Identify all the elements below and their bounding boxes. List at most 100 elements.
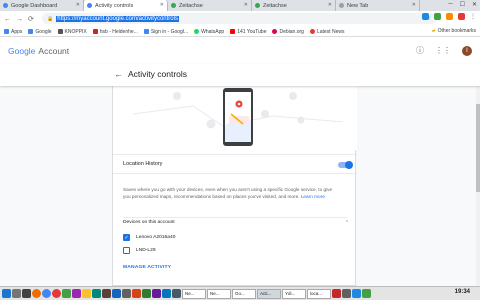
bookmark-hsb[interactable]: hsb - Heidenhe... bbox=[92, 29, 138, 35]
taskbar-window[interactable]: Ne... bbox=[182, 288, 206, 299]
window-controls: ─ ☐ ✕ bbox=[448, 1, 477, 8]
close-icon[interactable]: ✕ bbox=[160, 2, 164, 8]
tab-new-tab[interactable]: New Tab ✕ bbox=[336, 0, 420, 11]
bookmark-knoppix[interactable]: KNOPPIX bbox=[57, 28, 87, 35]
youtube-icon bbox=[230, 29, 236, 34]
app-icon[interactable] bbox=[122, 289, 131, 298]
taskbar-window[interactable]: Ne... bbox=[207, 288, 231, 299]
close-icon[interactable]: ✕ bbox=[412, 2, 416, 8]
bookmark-label: Google bbox=[35, 28, 52, 35]
avatar[interactable]: I bbox=[462, 45, 472, 56]
forward-arrow-icon[interactable]: → bbox=[16, 16, 23, 23]
tab-google-dashboard[interactable]: Google Dashboard ✕ bbox=[0, 0, 84, 11]
extension-icon[interactable] bbox=[434, 13, 441, 20]
tab-label: Zeitachse bbox=[263, 2, 287, 9]
minimize-icon[interactable]: ─ bbox=[448, 1, 452, 8]
help-icon[interactable]: ⓘ bbox=[416, 45, 424, 56]
google-account-logo[interactable]: Google Account bbox=[8, 46, 69, 56]
tray-icon[interactable] bbox=[352, 289, 361, 298]
bookmark-debian[interactable]: Debian.org bbox=[272, 28, 304, 35]
bookmark-whatsapp[interactable]: WhatsApp bbox=[194, 29, 224, 35]
bookmark-apps[interactable]: Apps bbox=[4, 29, 22, 35]
back-arrow-icon[interactable]: ← bbox=[114, 69, 123, 79]
app-icon[interactable] bbox=[72, 289, 81, 298]
device-checkbox[interactable]: ✓ bbox=[123, 234, 130, 241]
back-arrow-icon[interactable]: ← bbox=[4, 16, 11, 23]
app-icon[interactable] bbox=[52, 289, 61, 298]
bookmark-sign-in[interactable]: Sign in - Googl... bbox=[143, 29, 188, 35]
app-icon[interactable] bbox=[62, 289, 71, 298]
location-history-toggle[interactable] bbox=[338, 161, 353, 169]
terminal-icon[interactable] bbox=[12, 289, 21, 298]
manage-activity-button[interactable]: MANAGE ACTIVITY bbox=[123, 265, 171, 270]
bookmark-google[interactable]: Google bbox=[28, 28, 52, 35]
devices-header[interactable]: Devices on this account ⌃ bbox=[123, 220, 349, 226]
learn-more-link[interactable]: Learn more bbox=[301, 194, 325, 199]
google-favicon-icon bbox=[87, 3, 92, 8]
maps-favicon-icon bbox=[255, 3, 260, 8]
taskbar-window[interactable]: Go... bbox=[232, 288, 256, 299]
debian-icon bbox=[272, 29, 278, 34]
app-icon[interactable] bbox=[112, 289, 121, 298]
app-icon[interactable] bbox=[152, 289, 161, 298]
tab-label: Google Dashboard bbox=[11, 2, 58, 9]
extension-icon[interactable] bbox=[446, 13, 453, 20]
file-manager-icon[interactable] bbox=[22, 289, 31, 298]
chevron-up-icon[interactable]: ⌃ bbox=[345, 220, 349, 226]
bookmarks-bar: Apps Google KNOPPIX hsb - Heidenhe... Si… bbox=[0, 27, 480, 37]
header-actions: ⓘ ⋮⋮ I bbox=[416, 45, 472, 56]
taskbar: Ne... Ne... Go... Acti... Ydi... loca... bbox=[0, 286, 480, 300]
apps-grid-icon[interactable]: ⋮⋮ bbox=[435, 46, 451, 55]
bookmark-label: KNOPPIX bbox=[64, 28, 87, 35]
taskbar-window-active[interactable]: Acti... bbox=[257, 288, 281, 299]
device-name: Lenovo A2016a40 bbox=[136, 235, 176, 240]
extension-icon[interactable] bbox=[458, 13, 465, 20]
taskbar-window[interactable]: loca... bbox=[307, 288, 331, 299]
flag-icon[interactable] bbox=[332, 289, 341, 298]
bookmark-label: Debian.org bbox=[279, 28, 304, 35]
app-icon[interactable] bbox=[92, 289, 101, 298]
device-checkbox[interactable] bbox=[123, 247, 130, 254]
app-icon[interactable] bbox=[132, 289, 141, 298]
close-icon[interactable]: ✕ bbox=[328, 2, 332, 8]
news-icon bbox=[309, 29, 315, 34]
tab-label: Zeitachse bbox=[179, 2, 203, 9]
page-title: Activity controls bbox=[128, 69, 188, 79]
app-icon[interactable] bbox=[82, 289, 91, 298]
tab-activity-controls[interactable]: Activity controls ✕ bbox=[84, 0, 168, 11]
close-window-icon[interactable]: ✕ bbox=[472, 1, 477, 8]
device-row-lenovo[interactable]: ✓ Lenovo A2016a40 bbox=[123, 234, 175, 241]
maximize-icon[interactable]: ☐ bbox=[460, 1, 465, 8]
bookmark-latest-news[interactable]: Latest News bbox=[309, 29, 344, 35]
chrome-icon[interactable] bbox=[42, 289, 51, 298]
app-icon[interactable] bbox=[102, 289, 111, 298]
reload-icon[interactable]: ⟳ bbox=[28, 15, 34, 23]
maps-favicon-icon bbox=[171, 3, 176, 8]
start-menu-icon[interactable] bbox=[2, 289, 11, 298]
menu-dots-icon[interactable]: ⋮ bbox=[470, 13, 476, 20]
firefox-icon[interactable] bbox=[32, 289, 41, 298]
taskbar-window[interactable]: Ydi... bbox=[282, 288, 306, 299]
app-icon[interactable] bbox=[172, 289, 181, 298]
url-text[interactable]: https://myaccount.google.com/activitycon… bbox=[56, 15, 179, 22]
location-history-row[interactable]: Location History bbox=[113, 154, 357, 174]
scrollbar-thumb[interactable] bbox=[476, 104, 480, 192]
tab-zeitachse-1[interactable]: Zeitachse ✕ bbox=[168, 0, 252, 11]
address-bar[interactable]: 🔒 https://myaccount.google.com/activityc… bbox=[42, 13, 437, 24]
app-icon[interactable] bbox=[142, 289, 151, 298]
apps-grid-icon bbox=[4, 29, 9, 34]
extension-icon[interactable] bbox=[422, 13, 429, 20]
tray-icon[interactable] bbox=[362, 289, 371, 298]
scrollbar[interactable] bbox=[476, 86, 480, 286]
app-icon[interactable] bbox=[162, 289, 171, 298]
bookmark-youtube[interactable]: 141 YouTube bbox=[230, 29, 266, 35]
other-bookmarks[interactable]: ▰ Other bookmarks bbox=[432, 28, 476, 34]
device-name: LND-L29 bbox=[136, 248, 156, 253]
device-row-lnd[interactable]: LND-L29 bbox=[123, 247, 156, 254]
folder-icon: ▰ bbox=[431, 28, 436, 34]
close-icon[interactable]: ✕ bbox=[244, 2, 248, 8]
tray-icon[interactable] bbox=[342, 289, 351, 298]
bookmark-label: WhatsApp bbox=[201, 28, 225, 35]
tab-zeitachse-2[interactable]: Zeitachse ✕ bbox=[252, 0, 336, 11]
close-icon[interactable]: ✕ bbox=[76, 2, 80, 8]
